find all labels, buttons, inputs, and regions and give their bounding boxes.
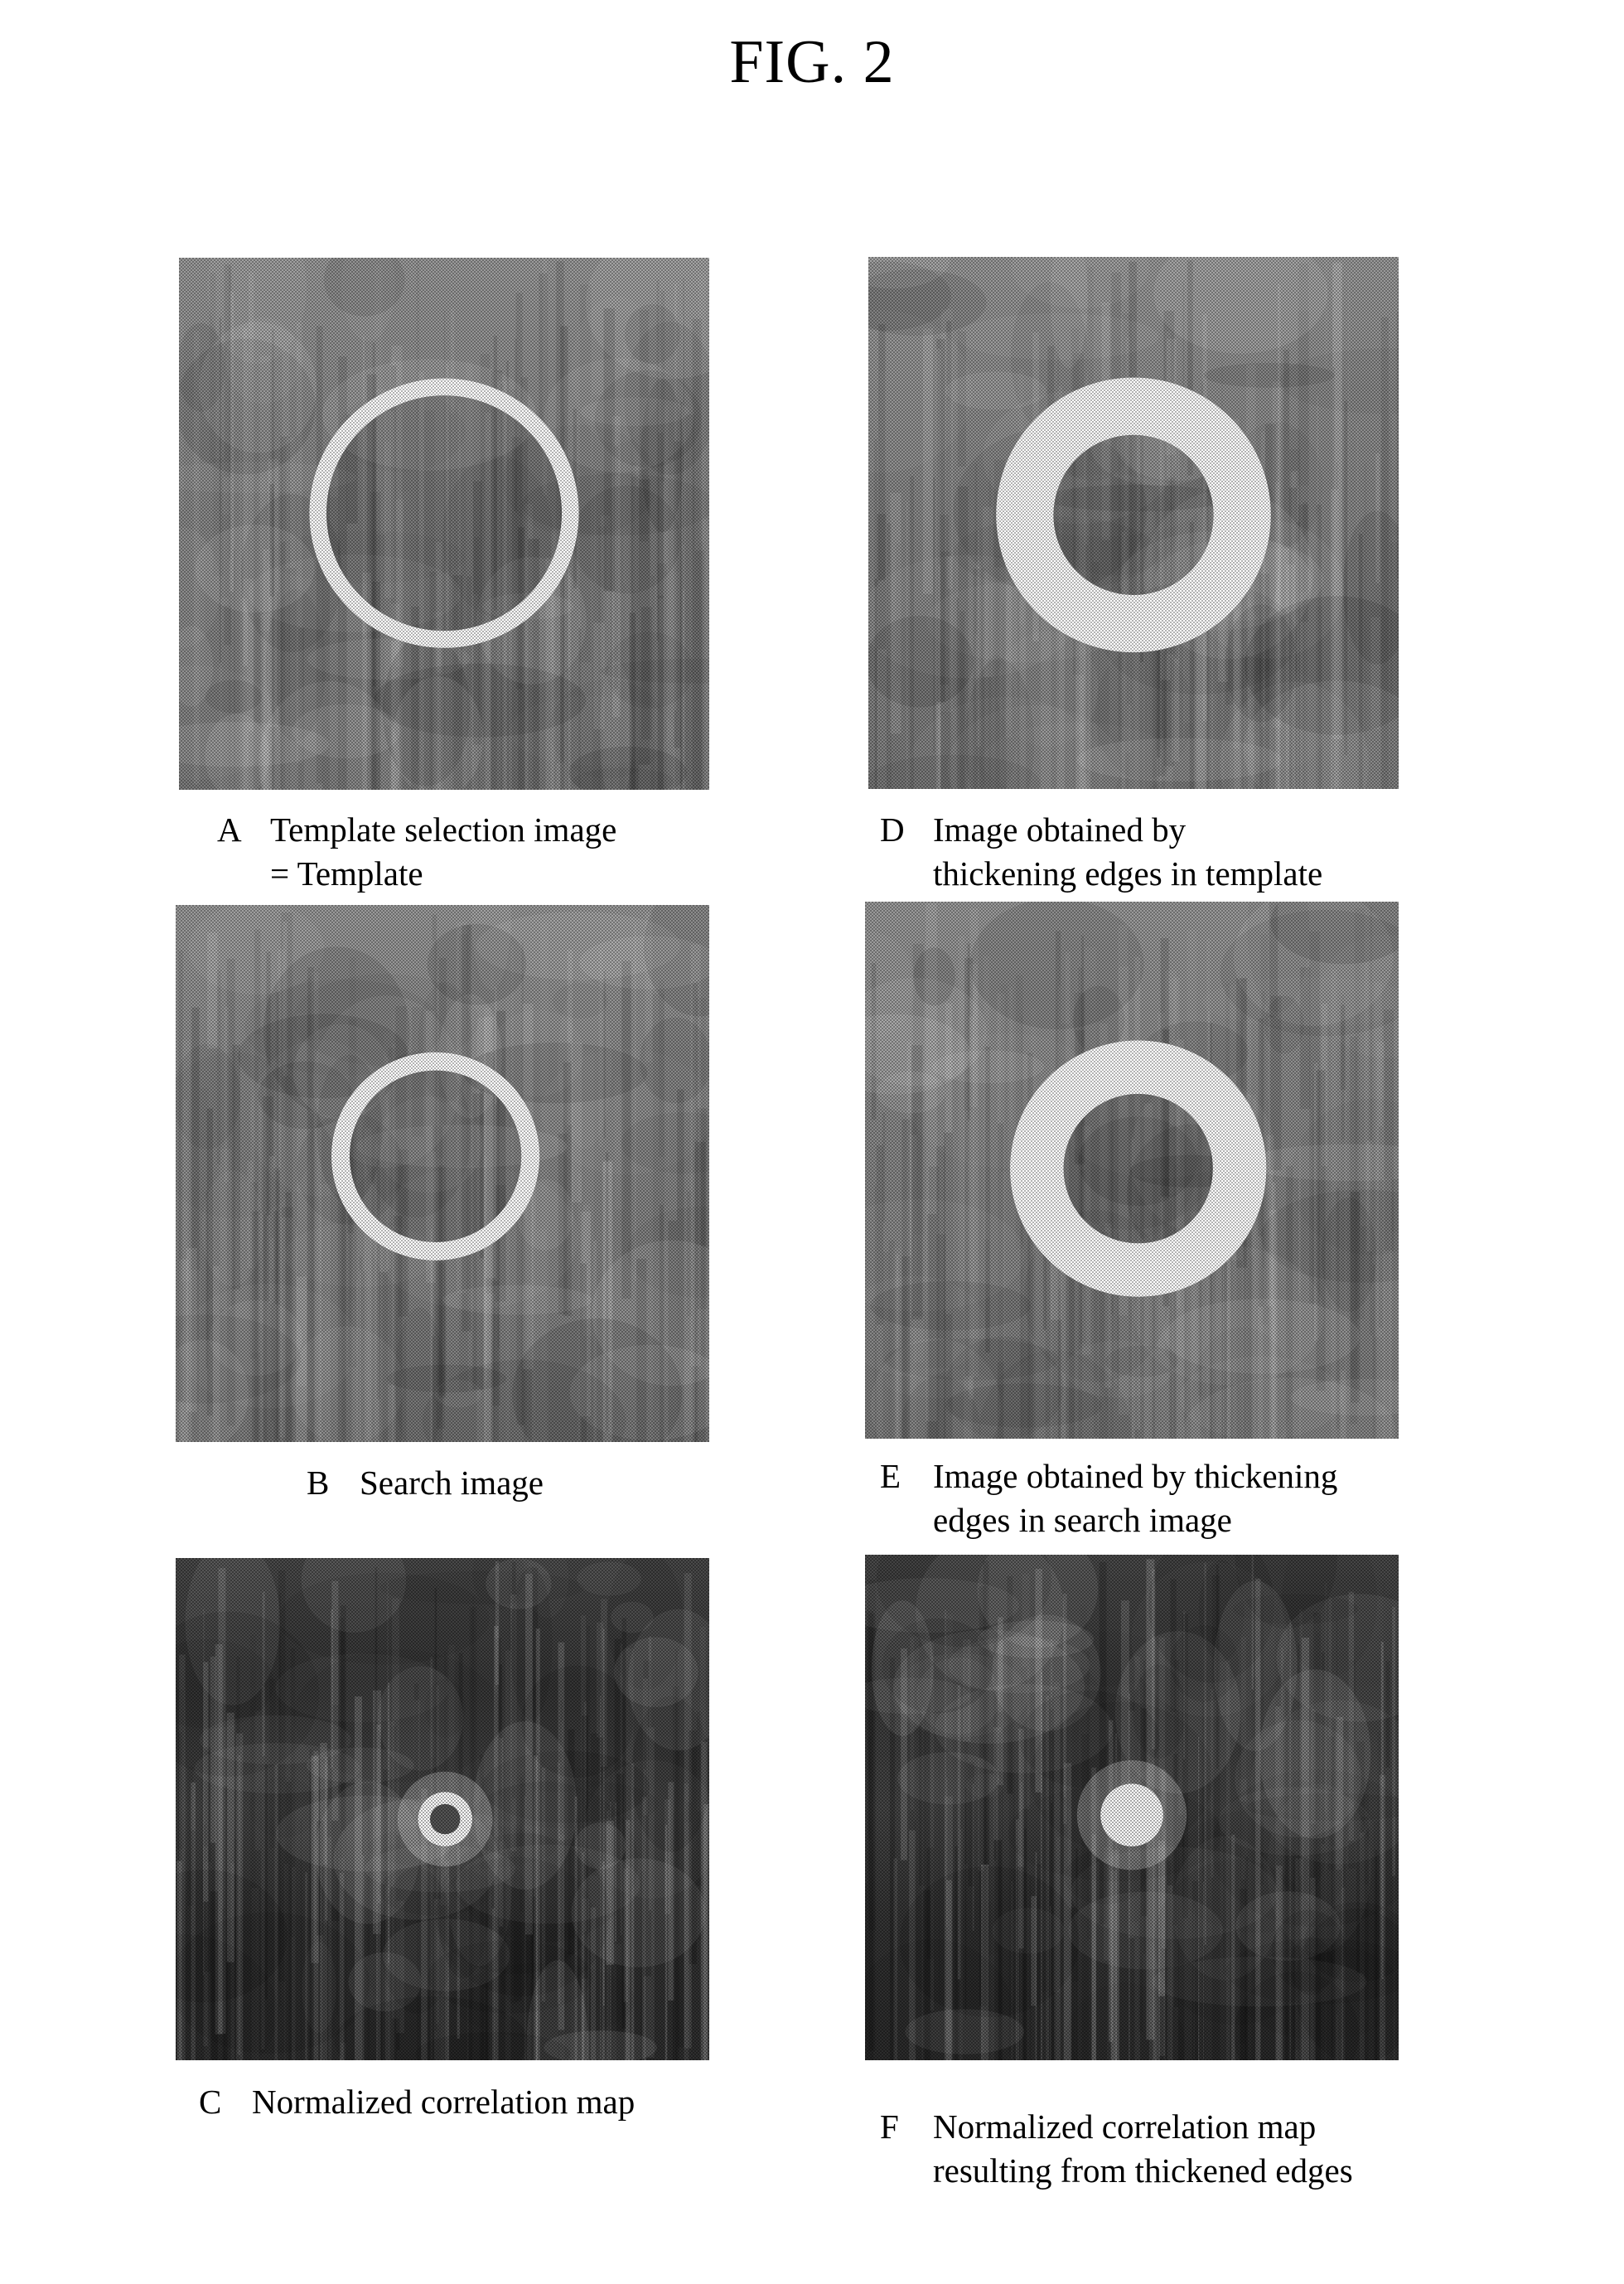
- panel-canvas-E: [865, 902, 1399, 1439]
- panel-caption-text-C: Normalized correlation map: [252, 2080, 635, 2124]
- caption-line: edges in search image: [933, 1501, 1232, 1540]
- figure-root: FIG. 2 A Template selection image = Templa…: [0, 0, 1624, 2284]
- panel-letter-F: F: [880, 2107, 899, 2146]
- panel-caption-C: C Normalized correlation map: [199, 2080, 635, 2124]
- panel-caption-A: A Template selection image = Template: [217, 808, 616, 897]
- panel-caption-text-A: Template selection image = Template: [270, 808, 616, 897]
- halftone-screen: [868, 257, 1399, 789]
- panel-caption-text-F: Normalized correlation map resulting from…: [933, 2105, 1353, 2194]
- caption-line: thickening edges in template: [933, 854, 1323, 893]
- halftone-screen: [176, 905, 709, 1442]
- caption-line: resulting from thickened edges: [933, 2151, 1353, 2190]
- halftone-screen: [865, 1555, 1399, 2060]
- panel-image-B: [176, 905, 709, 1442]
- caption-line: Normalized correlation map: [933, 2107, 1317, 2146]
- panel-caption-F: F Normalized correlation map resulting fro…: [880, 2105, 1353, 2194]
- panel-letter-D: D: [880, 811, 905, 849]
- panel-canvas-F: [865, 1555, 1399, 2060]
- halftone-screen: [179, 258, 709, 790]
- panel-caption-B: B Search image: [307, 1461, 544, 1505]
- panel-image-A: [179, 258, 709, 790]
- caption-line: Normalized correlation map: [252, 2083, 636, 2121]
- panel-letter-E: E: [880, 1457, 901, 1495]
- caption-line: Template selection image: [270, 811, 617, 849]
- caption-line: Image obtained by thickening: [933, 1457, 1338, 1495]
- panel-canvas-C: [176, 1558, 709, 2060]
- halftone-screen: [176, 1558, 709, 2060]
- caption-line: Search image: [360, 1464, 544, 1502]
- panel-caption-E: E Image obtained by thickening edges in se…: [880, 1454, 1337, 1543]
- panel-canvas-A: [179, 258, 709, 790]
- panel-image-F: [865, 1555, 1399, 2060]
- panel-letter-C: C: [199, 2083, 222, 2121]
- panel-image-D: [868, 257, 1399, 789]
- panel-canvas-D: [868, 257, 1399, 789]
- halftone-screen: [865, 902, 1399, 1439]
- panel-image-E: [865, 902, 1399, 1439]
- panel-letter-A: A: [217, 811, 242, 849]
- panel-letter-B: B: [307, 1464, 330, 1502]
- caption-line: Image obtained by: [933, 811, 1187, 849]
- panel-caption-D: D Image obtained by thickening edges in te…: [880, 808, 1322, 897]
- figure-title: FIG. 2: [729, 28, 895, 96]
- panel-caption-text-E: Image obtained by thickening edges in sea…: [933, 1454, 1337, 1543]
- panel-caption-text-B: Search image: [360, 1461, 544, 1505]
- caption-line: = Template: [270, 854, 423, 893]
- panel-canvas-B: [176, 905, 709, 1442]
- panel-image-C: [176, 1558, 709, 2060]
- panel-caption-text-D: Image obtained by thickening edges in tem…: [933, 808, 1322, 897]
